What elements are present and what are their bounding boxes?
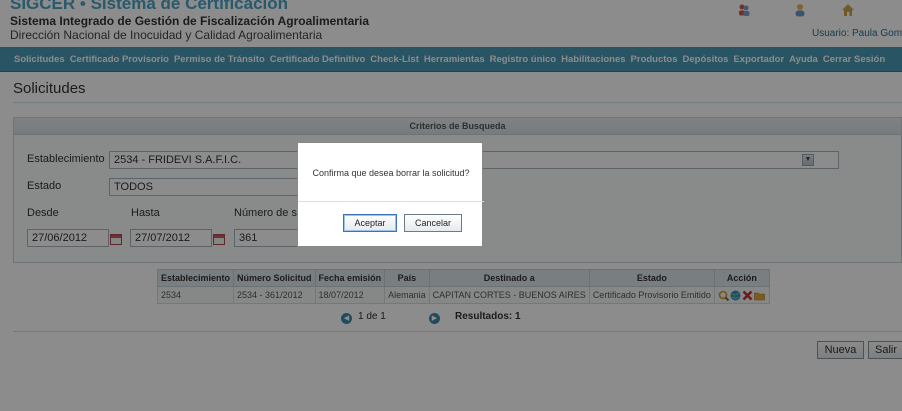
cancelar-button[interactable]: Cancelar bbox=[404, 214, 462, 232]
dialog-message: Confirma que desea borrar la solicitud? bbox=[312, 168, 470, 178]
confirm-delete-dialog: Confirma que desea borrar la solicitud? … bbox=[297, 142, 484, 247]
aceptar-button[interactable]: Aceptar bbox=[343, 214, 397, 232]
dialog-divider bbox=[298, 201, 484, 202]
